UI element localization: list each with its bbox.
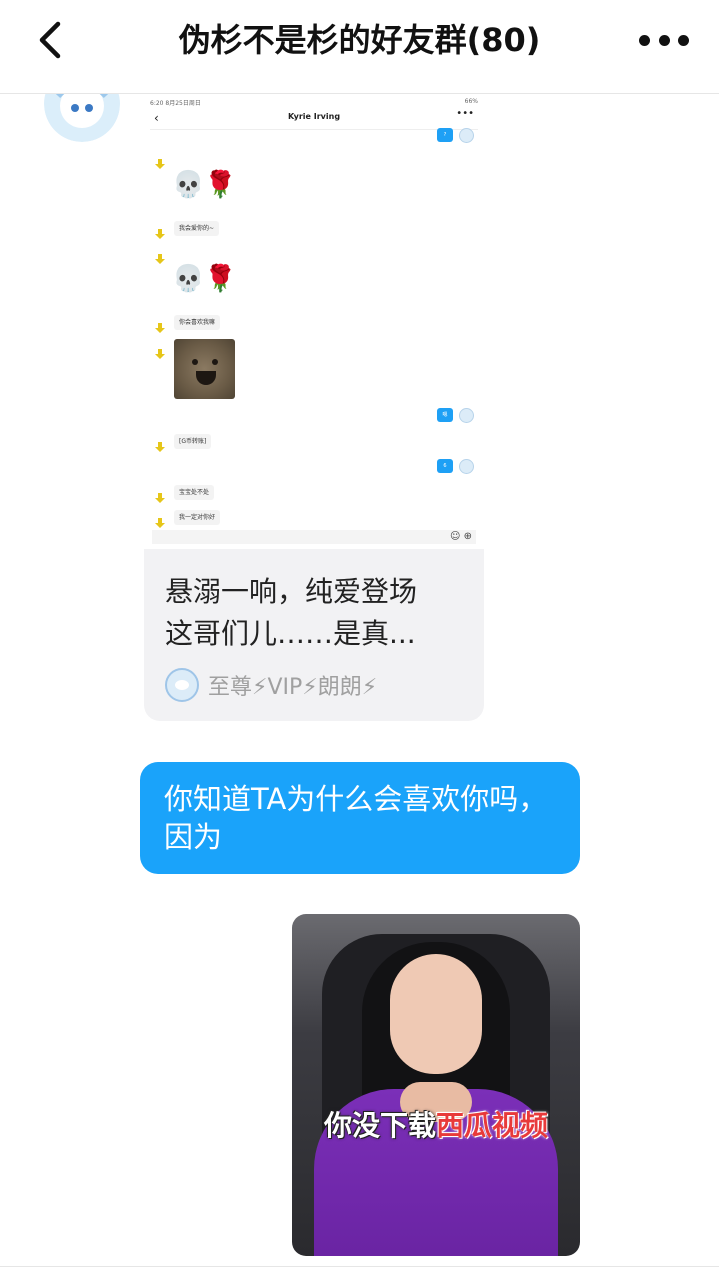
card-source[interactable]: 至尊⚡VIP⚡朗朗⚡ bbox=[165, 668, 377, 702]
embedded-message: 我会爱你的~ bbox=[174, 221, 220, 236]
card-text-line: 这哥们儿……是真... bbox=[165, 617, 416, 650]
embedded-self-avatar bbox=[459, 408, 474, 423]
embedded-sent-bubble: 嗯 bbox=[437, 408, 453, 422]
embedded-status-battery: 66% bbox=[464, 98, 478, 105]
embedded-arrow-avatar-icon bbox=[155, 513, 165, 528]
embedded-arrow-avatar-icon bbox=[155, 488, 165, 503]
card-description: 悬溺一响，纯爱登场 这哥们儿……是真... bbox=[165, 571, 465, 655]
embedded-emoji-message: 💀🌹 bbox=[172, 264, 237, 294]
embedded-contact-name: Kyrie Irving bbox=[287, 112, 341, 121]
embedded-emoji-plus-icon: ☺ ⊕ bbox=[450, 531, 472, 542]
page-title: 伪杉不是杉的好友群(80) bbox=[178, 21, 541, 59]
more-options-icon[interactable] bbox=[639, 28, 689, 52]
embedded-arrow-avatar-icon bbox=[155, 318, 165, 333]
embedded-chat-screenshot: 6:20 8月25日周日 66% ‹ Kyrie Irving ••• ? 💀🌹… bbox=[144, 94, 484, 549]
embedded-message: 宝宝处不处 bbox=[174, 485, 215, 500]
embedded-message: [G币转账] bbox=[174, 434, 212, 449]
embedded-message: 你会喜欢我嘛 bbox=[174, 315, 221, 330]
video-thumbnail[interactable]: 你没下载西瓜视频 bbox=[292, 914, 580, 1256]
embedded-sent-bubble: ? bbox=[437, 128, 453, 142]
embedded-sent-bubble: 6 bbox=[437, 459, 453, 473]
embedded-arrow-avatar-icon bbox=[155, 224, 165, 239]
embedded-arrow-avatar-icon bbox=[155, 437, 165, 452]
embedded-more-icon: ••• bbox=[456, 108, 474, 119]
source-avatar bbox=[165, 668, 199, 702]
sender-avatar[interactable] bbox=[44, 94, 120, 142]
video-face bbox=[390, 954, 482, 1074]
quoted-content-card[interactable]: 6:20 8月25日周日 66% ‹ Kyrie Irving ••• ? 💀🌹… bbox=[144, 94, 484, 721]
embedded-arrow-avatar-icon bbox=[155, 344, 165, 359]
embedded-message: 我一定对你好 bbox=[174, 510, 221, 525]
embedded-arrow-avatar-icon bbox=[155, 249, 165, 264]
embedded-input-bar bbox=[152, 530, 476, 544]
embedded-emoji-message: 💀🌹 bbox=[172, 170, 237, 200]
video-caption-white: 你没下载 bbox=[323, 1109, 436, 1142]
embedded-self-avatar bbox=[459, 459, 474, 474]
embedded-otter-sticker bbox=[174, 339, 235, 399]
bottom-divider bbox=[0, 1266, 719, 1267]
source-name: 至尊⚡VIP⚡朗朗⚡ bbox=[208, 675, 378, 700]
embedded-divider bbox=[150, 129, 478, 130]
outgoing-message-bubble[interactable]: 你知道TA为什么会喜欢你吗，因为 bbox=[140, 762, 580, 874]
embedded-status-time: 6:20 8月25日周日 bbox=[150, 100, 201, 107]
embedded-self-avatar bbox=[459, 128, 474, 143]
video-caption-red: 西瓜视频 bbox=[436, 1109, 549, 1142]
chat-header: 伪杉不是杉的好友群(80) bbox=[0, 0, 719, 94]
embedded-arrow-avatar-icon bbox=[155, 154, 165, 169]
back-chevron-icon[interactable] bbox=[30, 18, 74, 62]
video-caption: 你没下载西瓜视频 bbox=[292, 1104, 580, 1144]
card-text-line: 悬溺一响，纯爱登场 bbox=[165, 575, 418, 608]
